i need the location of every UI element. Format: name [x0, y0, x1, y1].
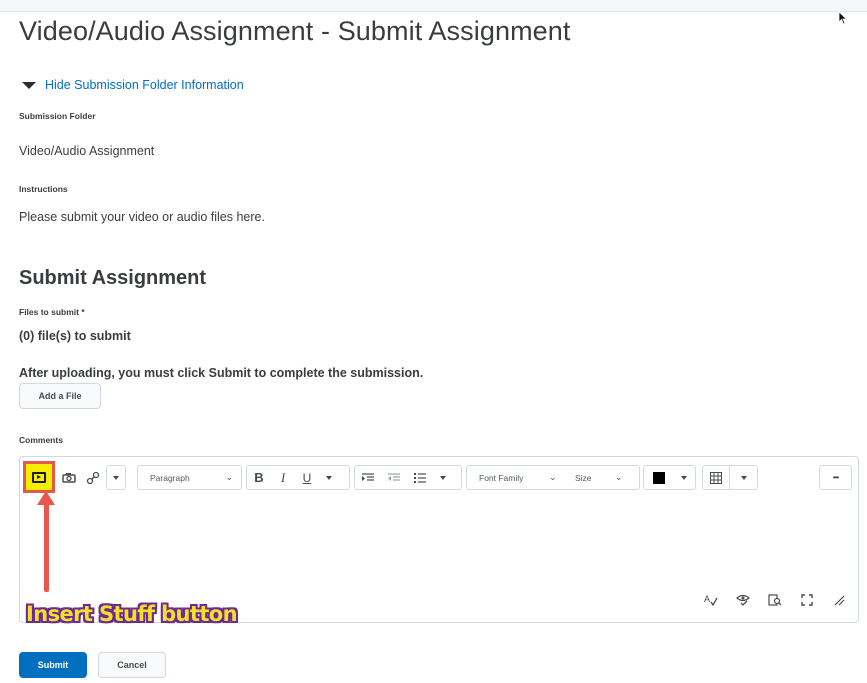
chevron-down-icon: ⌄ — [225, 472, 233, 482]
insert-stuff-annotation: Insert Stuff button — [26, 602, 238, 626]
caret-down-icon — [740, 475, 747, 480]
add-file-button[interactable]: Add a File — [19, 383, 101, 409]
submission-folder-label: Submission Folder — [19, 111, 96, 121]
fullscreen-icon[interactable] — [798, 594, 816, 609]
editor-status-bar: A — [702, 594, 848, 609]
bullet-list-button[interactable] — [407, 466, 433, 489]
submit-assignment-heading: Submit Assignment — [19, 267, 207, 289]
instructions-text: Please submit your video or audio files … — [19, 210, 265, 224]
paragraph-select-label: Paragraph — [150, 472, 190, 483]
page-title: Video/Audio Assignment - Submit Assignme… — [19, 16, 571, 46]
insert-stuff-button[interactable] — [23, 461, 55, 493]
annotation-arrow — [44, 500, 49, 592]
more-actions-button[interactable]: ••• — [819, 465, 852, 490]
submit-button[interactable]: Submit — [19, 652, 87, 678]
outdent-icon — [388, 472, 400, 481]
text-color-picker[interactable] — [643, 465, 696, 490]
table-more-dropdown[interactable] — [729, 466, 757, 489]
indent-icon — [362, 472, 374, 481]
svg-text:A: A — [704, 594, 710, 604]
insert-link-button[interactable] — [80, 466, 106, 489]
chevron-down-icon: ⌄ — [615, 472, 623, 482]
cancel-button[interactable]: Cancel — [98, 652, 166, 678]
preview-icon[interactable] — [766, 594, 784, 609]
insert-table-button[interactable] — [703, 466, 729, 489]
comments-editor[interactable]: Paragraph ⌄ B I U Font Family ⌄ Size ⌄ •… — [19, 456, 859, 623]
files-to-submit-label: Files to submit * — [19, 307, 85, 317]
insert-group — [58, 465, 133, 490]
instructions-label: Instructions — [19, 184, 68, 194]
mouse-cursor-icon — [838, 11, 848, 25]
caret-down-icon — [681, 475, 687, 480]
files-count: (0) file(s) to submit — [19, 329, 131, 343]
caret-down-icon — [113, 475, 119, 480]
bold-button[interactable]: B — [247, 466, 271, 489]
list-more-dropdown[interactable] — [433, 466, 453, 489]
resize-handle-icon[interactable] — [830, 594, 848, 609]
format-group: B I U — [246, 465, 350, 490]
insert-stuff-icon — [32, 471, 46, 483]
font-group: Font Family ⌄ Size ⌄ — [466, 465, 640, 490]
triangle-down-icon — [22, 82, 36, 89]
paragraph-select[interactable]: Paragraph ⌄ — [137, 465, 242, 490]
comments-label: Comments — [19, 435, 63, 445]
table-group — [702, 465, 758, 490]
top-bar — [0, 0, 867, 12]
underline-button[interactable]: U — [295, 466, 319, 489]
list-group — [354, 465, 462, 490]
camera-icon — [62, 473, 76, 483]
link-icon — [86, 471, 100, 484]
spellcheck-icon[interactable]: A — [702, 594, 720, 609]
chevron-down-icon: ⌄ — [549, 472, 557, 482]
indent-button[interactable] — [355, 466, 381, 489]
hide-folder-info-toggle[interactable]: Hide Submission Folder Information — [22, 78, 244, 92]
font-family-select[interactable]: Font Family — [479, 473, 549, 483]
accessibility-check-icon[interactable] — [734, 594, 752, 609]
caret-down-icon — [440, 475, 446, 480]
hide-folder-info-link[interactable]: Hide Submission Folder Information — [45, 78, 244, 92]
list-icon — [414, 472, 426, 483]
table-icon — [710, 471, 722, 484]
outdent-button[interactable] — [381, 466, 407, 489]
submit-notice: After uploading, you must click Submit t… — [19, 366, 424, 380]
italic-button[interactable]: I — [271, 466, 295, 489]
insert-image-button[interactable] — [58, 466, 80, 489]
color-swatch-icon — [653, 471, 665, 484]
caret-down-icon — [326, 475, 332, 480]
insert-more-dropdown[interactable] — [106, 465, 126, 490]
submission-folder-value: Video/Audio Assignment — [19, 144, 155, 158]
editor-toolbar: Paragraph ⌄ B I U Font Family ⌄ Size ⌄ •… — [20, 457, 858, 499]
format-more-dropdown[interactable] — [319, 466, 339, 489]
font-size-select[interactable]: Size — [569, 473, 615, 483]
